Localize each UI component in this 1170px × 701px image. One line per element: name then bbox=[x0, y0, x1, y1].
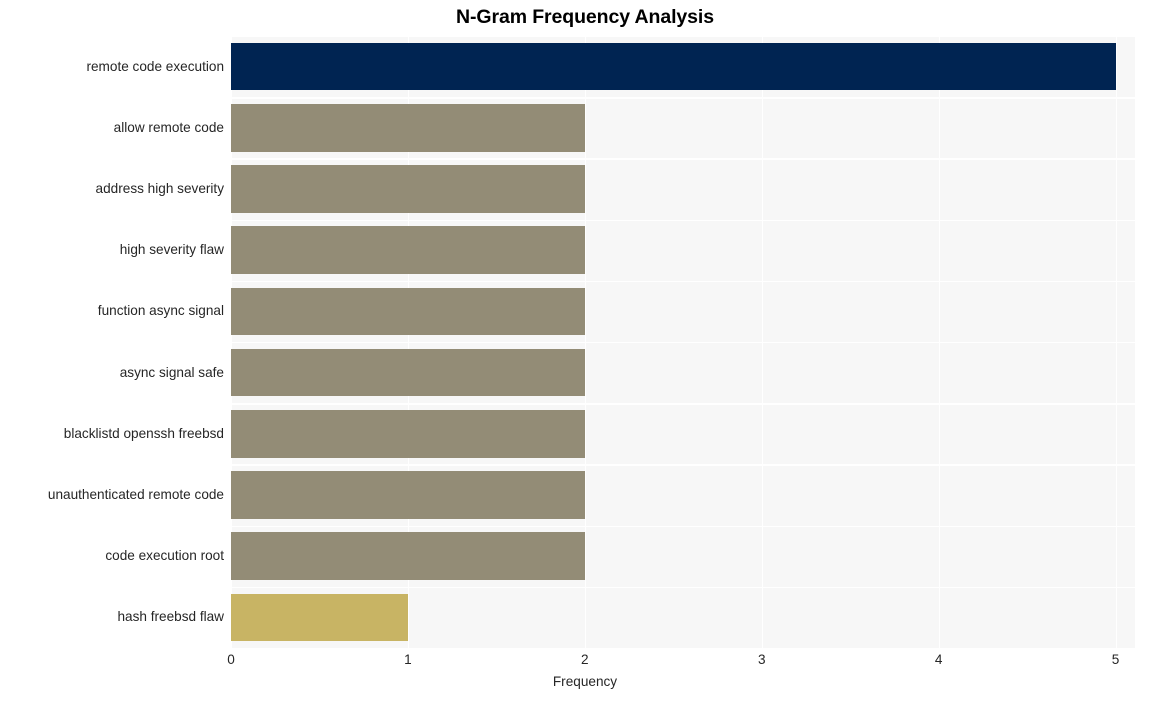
y-axis-tick-label: address high severity bbox=[95, 181, 224, 196]
gridline-horizontal bbox=[231, 36, 1135, 38]
bar bbox=[231, 532, 585, 580]
chart-title: N-Gram Frequency Analysis bbox=[456, 6, 714, 28]
bar bbox=[231, 348, 585, 397]
bar bbox=[231, 104, 585, 152]
x-axis-tick-label: 2 bbox=[581, 652, 589, 667]
y-axis-tick-label: async signal safe bbox=[119, 364, 224, 380]
bar bbox=[231, 42, 1116, 91]
x-axis-tick-label: 4 bbox=[934, 652, 943, 667]
y-axis-tick-label: function async signal bbox=[97, 303, 224, 319]
y-axis-tick-label: remote code execution bbox=[86, 58, 224, 74]
x-axis-tick-label: 1 bbox=[404, 652, 412, 667]
bar bbox=[231, 226, 585, 274]
gridline-horizontal bbox=[231, 525, 1135, 527]
y-axis-tick-label: hash freebsd flaw bbox=[117, 609, 224, 625]
gridline-horizontal bbox=[231, 97, 1135, 99]
bar bbox=[231, 410, 585, 458]
y-axis-tick-label: allow remote code bbox=[113, 119, 224, 135]
plot-area bbox=[231, 36, 1135, 648]
bar bbox=[231, 471, 585, 519]
gridline-horizontal bbox=[231, 342, 1135, 344]
x-axis-label: Frequency bbox=[552, 674, 618, 689]
gridline-horizontal bbox=[231, 280, 1135, 283]
bar bbox=[231, 593, 408, 642]
y-axis-tick-label: blacklistd openssh freebsd bbox=[63, 425, 224, 441]
bar bbox=[231, 287, 585, 336]
x-axis-tick-label: 0 bbox=[227, 652, 235, 667]
x-axis-tick-label: 3 bbox=[757, 652, 766, 667]
bar bbox=[231, 165, 585, 213]
chart-figure: N-Gram Frequency Analysis remote code ex… bbox=[0, 0, 1170, 701]
x-axis-tick-label: 5 bbox=[1111, 652, 1120, 667]
y-axis-tick-label: unauthenticated remote code bbox=[47, 487, 224, 502]
y-axis-tick-label: high severity flaw bbox=[119, 242, 224, 258]
gridline-horizontal bbox=[231, 219, 1135, 221]
y-axis-tick-label: code execution root bbox=[105, 548, 224, 564]
gridline-horizontal bbox=[231, 464, 1135, 466]
gridline-horizontal bbox=[231, 158, 1135, 160]
gridline-horizontal bbox=[231, 586, 1135, 589]
gridline-horizontal bbox=[231, 403, 1135, 405]
